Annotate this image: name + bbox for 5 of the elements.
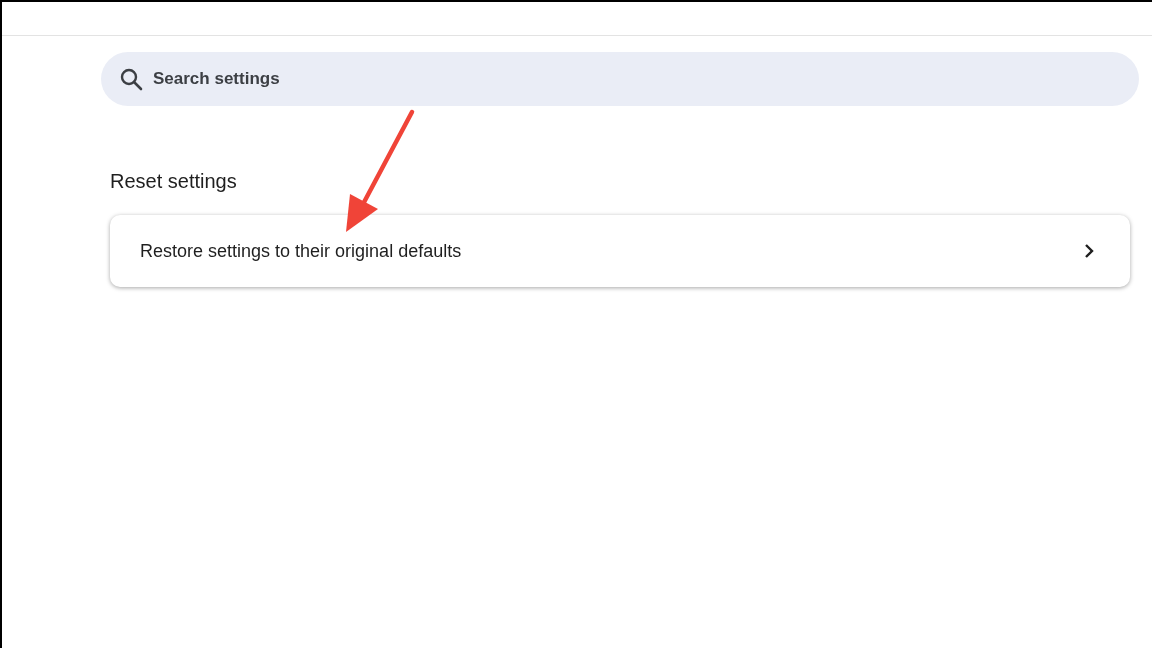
- search-field[interactable]: Search settings: [101, 52, 1139, 106]
- search-icon: [119, 67, 143, 91]
- chevron-icon: [1084, 243, 1094, 259]
- settings-row[interactable]: Restore settings to their original defaults: [110, 215, 1130, 287]
- section-heading: Reset settings: [110, 170, 238, 193]
